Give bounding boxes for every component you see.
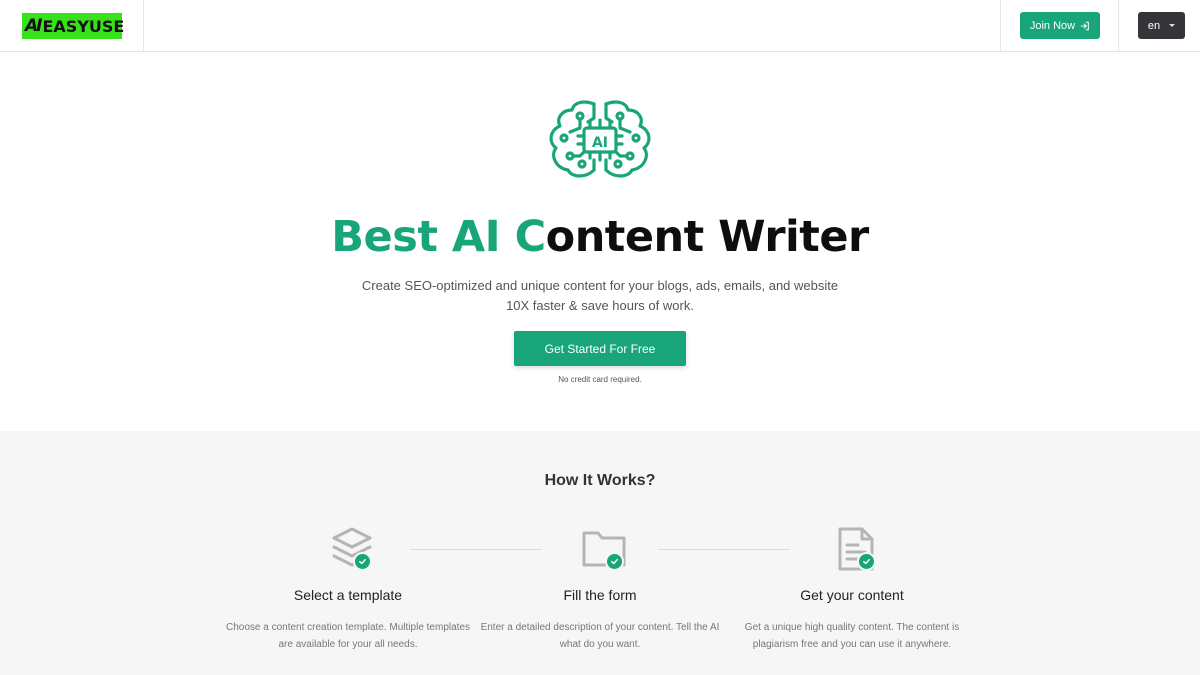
step-description: Get a unique high quality content. The c…: [744, 622, 960, 650]
section-title: How It Works?: [544, 472, 656, 489]
step-connector: [410, 549, 542, 550]
step-description: Enter a detailed description of your con…: [480, 622, 720, 650]
hero-title-accent: Best AI C: [331, 212, 546, 262]
step-connector: [658, 549, 790, 550]
check-circle-icon: [353, 552, 372, 571]
hero-title: Best AI Content Writer: [0, 212, 1200, 262]
language-label: en: [1147, 19, 1161, 32]
ai-chip-label: AI: [592, 135, 608, 151]
hero-subtitle: Create SEO-optimized and unique content …: [361, 278, 839, 313]
step-title: Select a template: [293, 587, 403, 603]
step-title: Get your content: [800, 587, 904, 603]
check-circle-icon: [857, 552, 876, 571]
cta-note: No credit card required.: [558, 375, 642, 384]
top-navbar: AI EASYUSE Join Now en: [0, 0, 1200, 52]
ai-brain-icon: AI: [549, 100, 651, 178]
logo-mark: AI: [25, 16, 43, 36]
brand-logo[interactable]: AI EASYUSE: [22, 13, 125, 39]
hero-title-rest: ontent Writer: [545, 212, 870, 262]
step-title: Fill the form: [563, 587, 637, 603]
caret-down-icon: [1169, 24, 1176, 27]
language-container: en: [1118, 0, 1200, 51]
logo-container: AI EASYUSE: [0, 0, 144, 51]
join-now-label: Join Now: [1029, 19, 1076, 32]
join-now-button[interactable]: Join Now: [1020, 12, 1100, 39]
check-circle-icon: [605, 552, 624, 571]
join-container: Join Now: [1000, 0, 1118, 51]
get-started-button[interactable]: Get Started For Free: [514, 331, 686, 366]
step-description: Choose a content creation template. Mult…: [225, 622, 471, 650]
logo-text: EASYUSE: [42, 16, 125, 36]
how-it-works-section: How It Works? Select a template Choose a…: [0, 431, 1200, 675]
language-dropdown[interactable]: en: [1138, 12, 1185, 39]
sign-in-icon: [1080, 21, 1089, 30]
